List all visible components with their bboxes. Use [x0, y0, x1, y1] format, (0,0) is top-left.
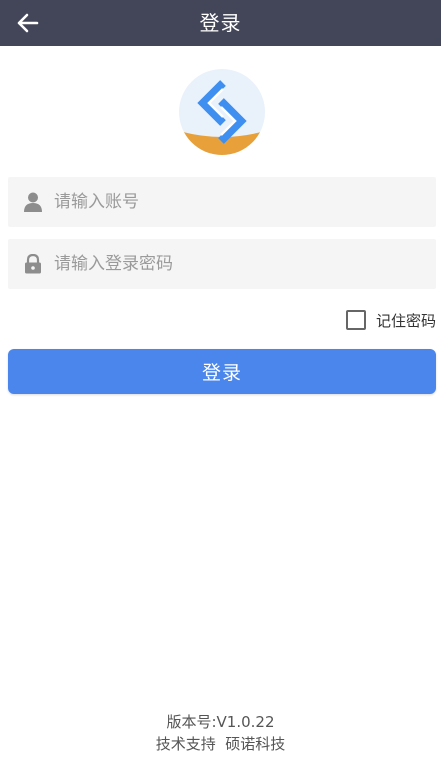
lock-icon: [21, 252, 45, 276]
app-logo-s-icon: [179, 69, 265, 155]
version-text: 版本号:V1.0.22: [166, 713, 275, 731]
login-button[interactable]: 登录: [8, 349, 436, 394]
page-title: 登录: [199, 11, 242, 35]
app-header: 登录: [0, 0, 441, 46]
remember-checkbox[interactable]: [345, 310, 366, 330]
password-input[interactable]: [54, 239, 424, 289]
account-field: [8, 177, 436, 227]
remember-label: 记住密码: [375, 311, 436, 330]
remember-password-toggle[interactable]: 记住密码: [345, 308, 436, 332]
account-input[interactable]: [54, 177, 424, 227]
support-text: 技术支持 硕诺科技: [155, 735, 286, 753]
user-icon: [21, 190, 45, 214]
password-field: [8, 239, 436, 289]
app-logo: [179, 69, 265, 155]
